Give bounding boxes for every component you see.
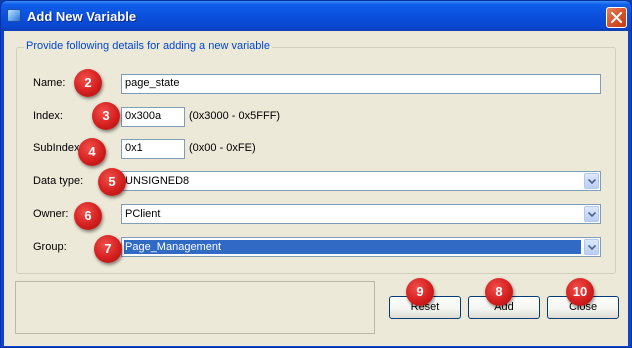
close-x-icon (611, 12, 622, 23)
subindex-input[interactable]: 0x1 (121, 139, 185, 159)
annotation-marker: 5 (98, 168, 126, 196)
annotation-marker: 10 (566, 278, 594, 306)
data-type-select[interactable]: UNSIGNED8 (121, 171, 601, 191)
annotation-marker: 3 (92, 102, 120, 130)
chevron-down-icon (588, 245, 596, 250)
close-window-button[interactable] (606, 7, 627, 28)
window-title: Add New Variable (27, 9, 137, 24)
subindex-label: SubIndex: (33, 142, 83, 154)
annotation-marker: 6 (74, 202, 102, 230)
chevron-down-icon (588, 212, 596, 217)
annotation-marker: 9 (406, 278, 434, 306)
index-label: Index: (33, 110, 63, 122)
title-bar[interactable]: Add New Variable (1, 1, 631, 31)
annotation-marker: 8 (485, 278, 513, 306)
annotation-marker: 4 (78, 138, 106, 166)
group-value: Page_Management (124, 240, 581, 254)
owner-select[interactable]: PClient (121, 204, 601, 224)
group-legend: Provide following details for adding a n… (24, 40, 272, 52)
group-select[interactable]: Page_Management (121, 237, 601, 257)
annotation-marker: 7 (94, 235, 122, 263)
group-label: Group: (33, 241, 67, 253)
name-label: Name: (33, 77, 66, 89)
dialog-window: Add New Variable Provide following detai… (0, 0, 632, 348)
name-input[interactable]: page_state (121, 74, 601, 94)
owner-dropdown-button[interactable] (584, 206, 599, 222)
owner-label: Owner: (33, 208, 69, 220)
group-dropdown-button[interactable] (584, 239, 599, 255)
annotation-marker: 2 (74, 69, 102, 97)
app-icon (7, 9, 21, 22)
status-panel (15, 281, 375, 334)
data-type-label: Data type: (33, 175, 84, 187)
subindex-range-hint: (0x00 - 0xFE) (189, 142, 256, 154)
data-type-dropdown-button[interactable] (584, 173, 599, 189)
data-type-value: UNSIGNED8 (125, 175, 190, 187)
chevron-down-icon (588, 179, 596, 184)
owner-value: PClient (125, 208, 161, 220)
index-input[interactable]: 0x300a (121, 107, 185, 127)
index-range-hint: (0x3000 - 0x5FFF) (189, 110, 281, 122)
